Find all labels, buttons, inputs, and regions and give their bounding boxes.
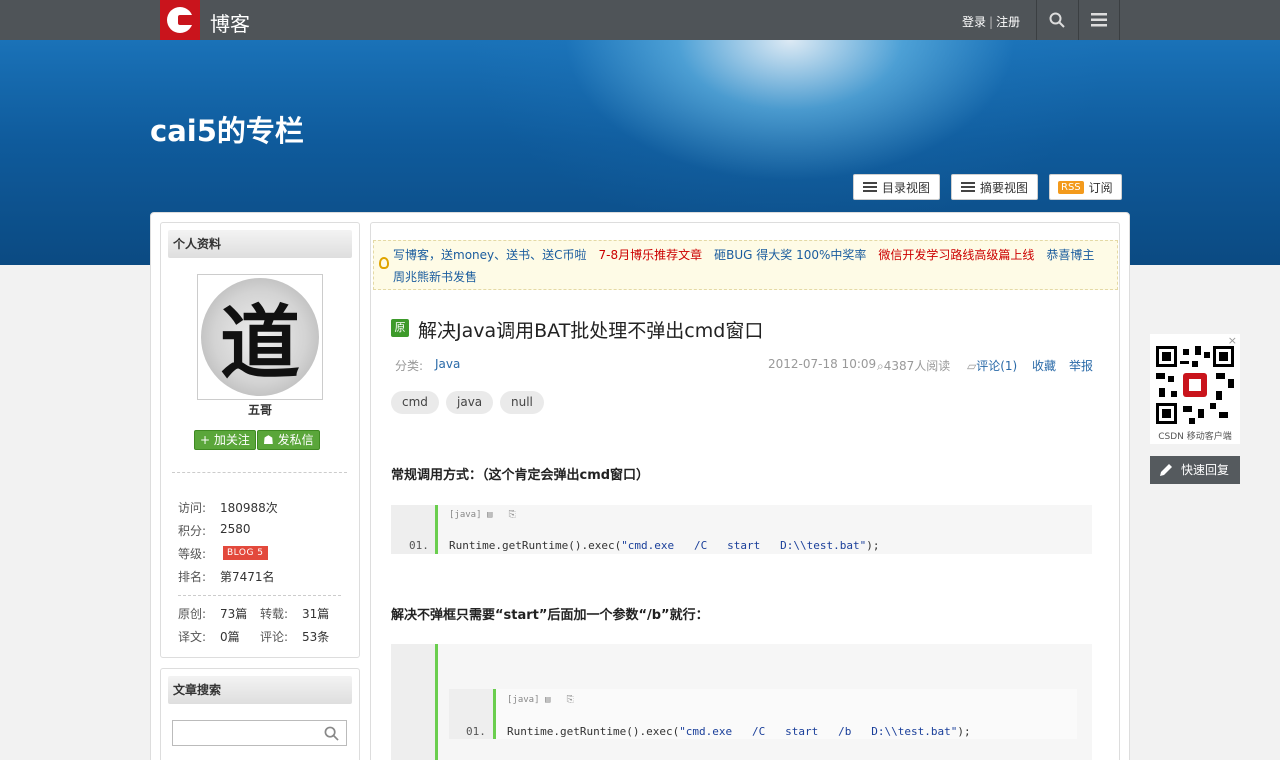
plus-icon: + bbox=[200, 433, 211, 447]
mail-icon: ☗ bbox=[263, 433, 274, 447]
code-lang-label[interactable]: [java] ▤ ⎘ bbox=[449, 510, 516, 520]
top-nav-bar: 博客 登录 | 注册 bbox=[0, 0, 1280, 40]
tag-null[interactable]: null bbox=[500, 391, 544, 414]
view-plain-icon: ▤ bbox=[486, 510, 493, 520]
post-date: 2012-07-18 10:09 bbox=[768, 357, 877, 371]
read-count: ⌕4387人阅读 bbox=[877, 359, 951, 373]
search-panel: 文章搜索 bbox=[160, 668, 360, 760]
stat-rank-value: 第7471名 bbox=[220, 570, 275, 584]
blog-title[interactable]: cai5的专栏 bbox=[150, 108, 304, 150]
stat-original: 原创: bbox=[178, 607, 207, 621]
notice-link-6[interactable]: 周兆熊新书发售 bbox=[393, 270, 477, 284]
catalog-view-label: 目录视图 bbox=[882, 180, 931, 195]
stat-comments-value: 53条 bbox=[302, 630, 330, 644]
category-label: 分类: bbox=[395, 359, 424, 373]
notice-link-5[interactable]: 恭喜博主 bbox=[1046, 248, 1094, 262]
stat-repost-value: 31篇 bbox=[302, 607, 330, 621]
notice-link-3[interactable]: 砸BUG 得大奖 100%中奖率 bbox=[714, 248, 866, 262]
message-button[interactable]: ☗ 发私信 bbox=[257, 430, 320, 450]
qr-caption: CSDN 移动客户端 bbox=[1158, 432, 1232, 442]
rss-icon: RSS bbox=[1058, 180, 1084, 194]
announcement-bar: 写博客，送money、送书、送C币啦 7-8月博乐推荐文章 砸BUG 得大奖 100… bbox=[373, 240, 1118, 290]
copy-icon: ⎘ bbox=[508, 510, 516, 520]
comment-link[interactable]: ▱评论(1) bbox=[967, 357, 1017, 374]
login-link[interactable]: 登录 bbox=[962, 15, 986, 29]
rss-subscribe-button[interactable]: RSS 订阅 bbox=[1049, 174, 1122, 200]
search-icon bbox=[1049, 12, 1065, 28]
quick-reply-button[interactable]: 快速回复 bbox=[1150, 456, 1240, 484]
notice-link-2[interactable]: 7-8月博乐推荐文章 bbox=[599, 248, 703, 262]
view-plain-icon: ▤ bbox=[544, 695, 551, 705]
code-gutter-outer bbox=[391, 644, 437, 760]
stat-visits: 访问: bbox=[178, 501, 207, 515]
line-number: 01. bbox=[466, 725, 486, 738]
quick-reply-label: 快速回复 bbox=[1181, 463, 1230, 477]
stat-comments: 评论: bbox=[260, 630, 289, 644]
stat-repost: 转载: bbox=[260, 607, 289, 621]
search-panel-header: 文章搜索 bbox=[168, 676, 352, 704]
lightbulb-icon bbox=[379, 257, 389, 269]
hamburger-icon bbox=[1091, 13, 1107, 27]
code-line: Runtime.getRuntime().exec("cmd.exe /C st… bbox=[449, 539, 880, 552]
section-heading-1: 常规调用方式：（这个肯定会弹出cmd窗口） bbox=[391, 468, 650, 483]
line-number: 01. bbox=[409, 539, 429, 552]
comment-icon: ▱ bbox=[967, 359, 977, 373]
report-link[interactable]: 举报 bbox=[1069, 357, 1093, 374]
eye-icon: ⌕ bbox=[877, 359, 884, 373]
stat-translation: 译文: bbox=[178, 630, 207, 644]
section-heading-2: 解决不弹框只需要“start”后面加一个参数“/b”就行： bbox=[391, 608, 709, 623]
article-title[interactable]: 解决Java调用BAT批处理不弹出cmd窗口 bbox=[418, 316, 763, 343]
level-badge[interactable]: BLOG 5 bbox=[223, 544, 268, 560]
original-badge: 原 bbox=[391, 319, 409, 337]
category-link[interactable]: Java bbox=[435, 357, 460, 371]
article-search-input[interactable] bbox=[172, 720, 347, 746]
brand-label[interactable]: 博客 bbox=[210, 8, 250, 37]
stat-rank: 排名: bbox=[178, 570, 207, 584]
stat-points: 积分: bbox=[178, 524, 207, 538]
csdn-logo[interactable] bbox=[160, 0, 200, 40]
menu-button[interactable] bbox=[1079, 0, 1119, 40]
stat-visits-value: 180988次 bbox=[220, 501, 278, 515]
avatar-image: 道 bbox=[201, 278, 319, 396]
notice-link-1[interactable]: 写博客，送money、送书、送C币啦 bbox=[393, 248, 587, 262]
qr-code-icon bbox=[1156, 346, 1234, 424]
copy-icon: ⎘ bbox=[566, 695, 574, 705]
register-link[interactable]: 注册 bbox=[996, 15, 1020, 29]
login-register: 登录 | 注册 bbox=[962, 15, 1021, 29]
stat-original-value: 73篇 bbox=[220, 607, 248, 621]
code-lang-label[interactable]: [java] ▤ ⎘ bbox=[507, 695, 574, 705]
search-button[interactable] bbox=[1037, 0, 1077, 40]
profile-header: 个人资料 bbox=[168, 230, 352, 258]
tag-cmd[interactable]: cmd bbox=[391, 391, 439, 414]
notice-link-4[interactable]: 微信开发学习路线高级篇上线 bbox=[878, 248, 1034, 262]
stat-translation-value: 0篇 bbox=[220, 630, 240, 644]
code-line: Runtime.getRuntime().exec("cmd.exe /C st… bbox=[507, 725, 971, 738]
summary-view-button[interactable]: 摘要视图 bbox=[951, 174, 1039, 200]
stat-level: 等级: bbox=[178, 547, 207, 561]
pencil-icon bbox=[1160, 464, 1172, 476]
qr-code-widget: × CSDN 移动客户端 bbox=[1150, 334, 1240, 444]
user-name[interactable]: 五哥 bbox=[160, 401, 360, 418]
follow-button[interactable]: + 加关注 bbox=[194, 430, 256, 450]
search-icon[interactable] bbox=[324, 726, 339, 741]
tag-java[interactable]: java bbox=[446, 391, 494, 414]
stat-points-value: 2580 bbox=[220, 522, 251, 536]
summary-view-label: 摘要视图 bbox=[980, 180, 1029, 195]
subscribe-label: 订阅 bbox=[1088, 180, 1113, 195]
list-icon bbox=[961, 182, 975, 192]
list-icon bbox=[863, 182, 877, 192]
catalog-view-button[interactable]: 目录视图 bbox=[853, 174, 941, 200]
avatar[interactable]: 道 bbox=[197, 274, 323, 400]
favorite-link[interactable]: 收藏 bbox=[1032, 357, 1056, 374]
